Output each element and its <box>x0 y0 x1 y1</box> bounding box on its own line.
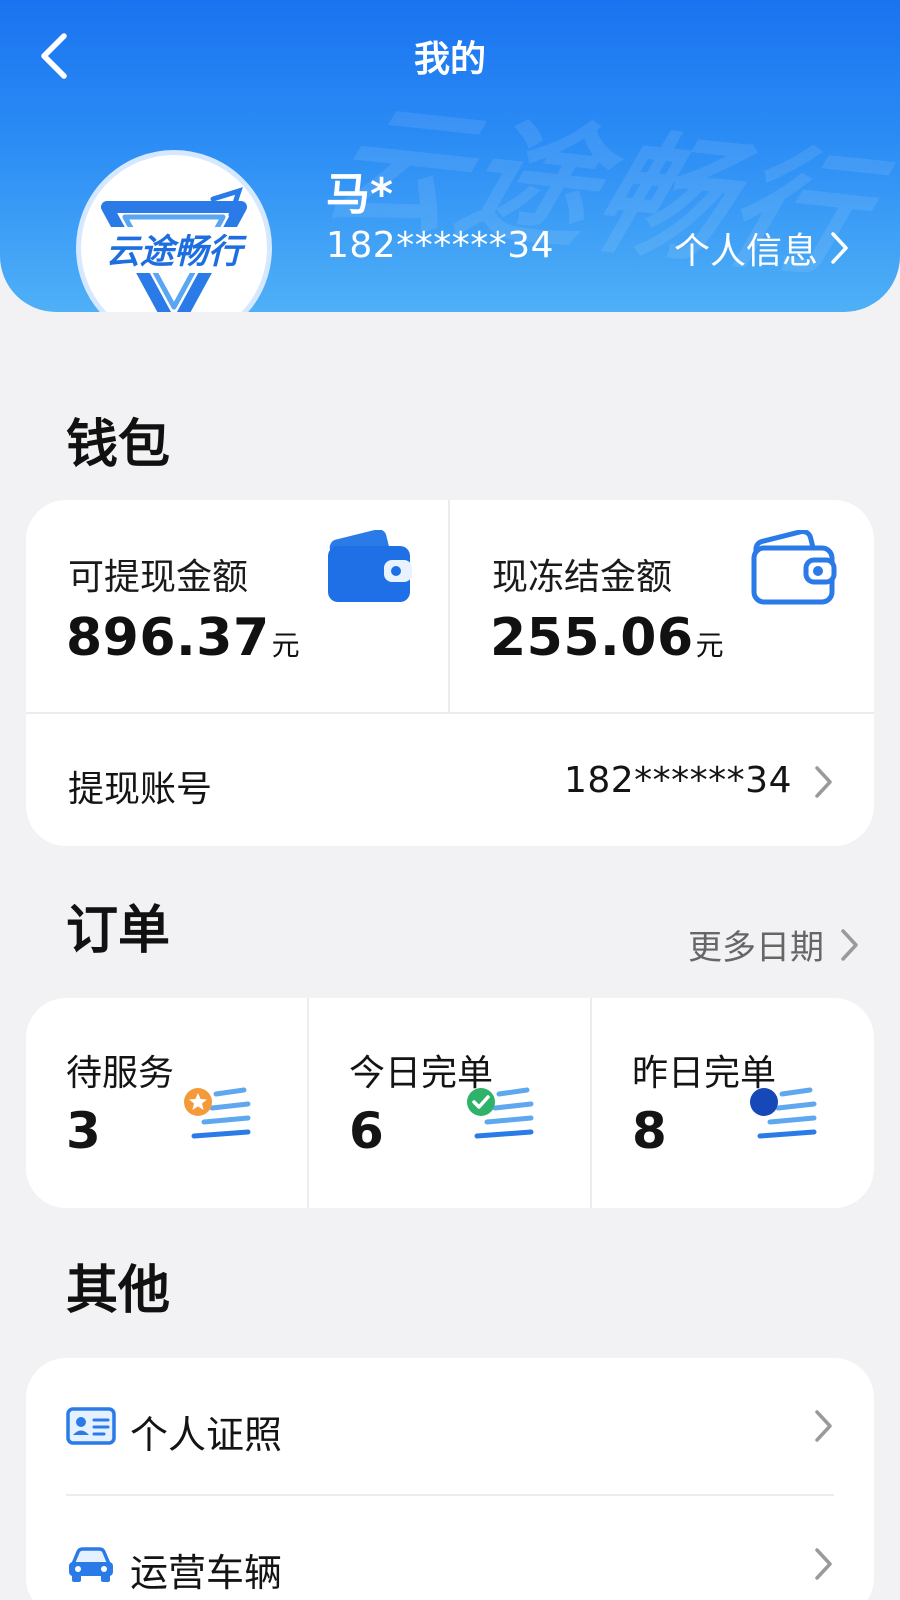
history-list-icon <box>750 1087 817 1139</box>
operating-vehicle-label: 运营车辆 <box>130 1551 283 1595</box>
wallet-card: 可提现金额 896.37元 现冻结金额 255.06元 提现账号 182****… <box>26 500 874 846</box>
order-pending-cell[interactable]: 待服务 3 <box>26 998 309 1208</box>
chevron-right-icon <box>815 1548 832 1580</box>
personal-license-label: 个人证照 <box>130 1413 283 1457</box>
personal-info-label: 个人信息 <box>673 231 818 272</box>
other-card: 个人证照 运营车辆 <box>26 1358 874 1600</box>
user-phone: 182******34 <box>326 225 555 266</box>
wallet-icon <box>328 530 412 602</box>
wallet-section-title: 钱包 <box>66 415 171 475</box>
withdrawable-label: 可提现金额 <box>68 557 249 598</box>
orders-section-title: 订单 <box>66 901 171 961</box>
chevron-right-icon <box>841 928 858 961</box>
personal-license-row[interactable]: 个人证照 <box>26 1358 874 1496</box>
frozen-amount-cell[interactable]: 现冻结金额 255.06元 <box>450 500 874 712</box>
currency-unit: 元 <box>695 629 725 662</box>
id-card-icon <box>66 1407 116 1445</box>
page-title: 我的 <box>413 39 486 80</box>
withdrawable-amount: 896.37元 <box>66 608 300 668</box>
order-yesterday-cell[interactable]: 昨日完单 8 <box>592 998 874 1208</box>
pending-list-icon <box>184 1087 251 1139</box>
operating-vehicle-row[interactable]: 运营车辆 <box>26 1496 874 1600</box>
more-dates-link[interactable]: 更多日期 <box>688 920 860 969</box>
frozen-amount-value: 255.06 <box>490 608 694 668</box>
chevron-right-icon <box>815 766 832 798</box>
order-count: 6 <box>349 1102 384 1160</box>
withdrawable-amount-cell[interactable]: 可提现金额 896.37元 <box>26 500 450 712</box>
other-section-title: 其他 <box>66 1261 171 1321</box>
order-count: 8 <box>632 1102 667 1160</box>
chevron-right-icon <box>831 232 848 264</box>
profile-header: 云途畅行 我的 云途畅行 马* 182******34 个人信息 <box>0 0 900 312</box>
wallet-outline-icon <box>751 530 837 605</box>
more-dates-label: 更多日期 <box>688 928 824 968</box>
logo-text: 云途畅行 <box>106 232 247 272</box>
user-name: 马* <box>326 169 394 220</box>
frozen-label: 现冻结金额 <box>492 557 673 598</box>
order-label: 待服务 <box>66 1053 175 1094</box>
currency-unit: 元 <box>271 629 301 662</box>
avatar[interactable]: 云途畅行 <box>76 150 272 312</box>
car-icon <box>69 1547 113 1582</box>
chevron-right-icon <box>815 1410 832 1442</box>
frozen-amount: 255.06元 <box>490 608 724 668</box>
order-count: 3 <box>66 1102 101 1160</box>
brand-logo-icon: 云途畅行 <box>89 187 259 312</box>
personal-info-link[interactable]: 个人信息 <box>674 222 850 274</box>
withdraw-account-row[interactable]: 提现账号 182******34 <box>26 714 874 846</box>
completed-list-icon <box>467 1087 534 1139</box>
withdrawable-amount-value: 896.37 <box>66 608 270 668</box>
orders-card: 待服务 3 今日完单 6 昨日完单 8 <box>26 998 874 1208</box>
withdraw-account-label: 提现账号 <box>68 769 213 810</box>
order-today-cell[interactable]: 今日完单 6 <box>309 998 592 1208</box>
withdraw-account-value: 182******34 <box>563 760 792 801</box>
